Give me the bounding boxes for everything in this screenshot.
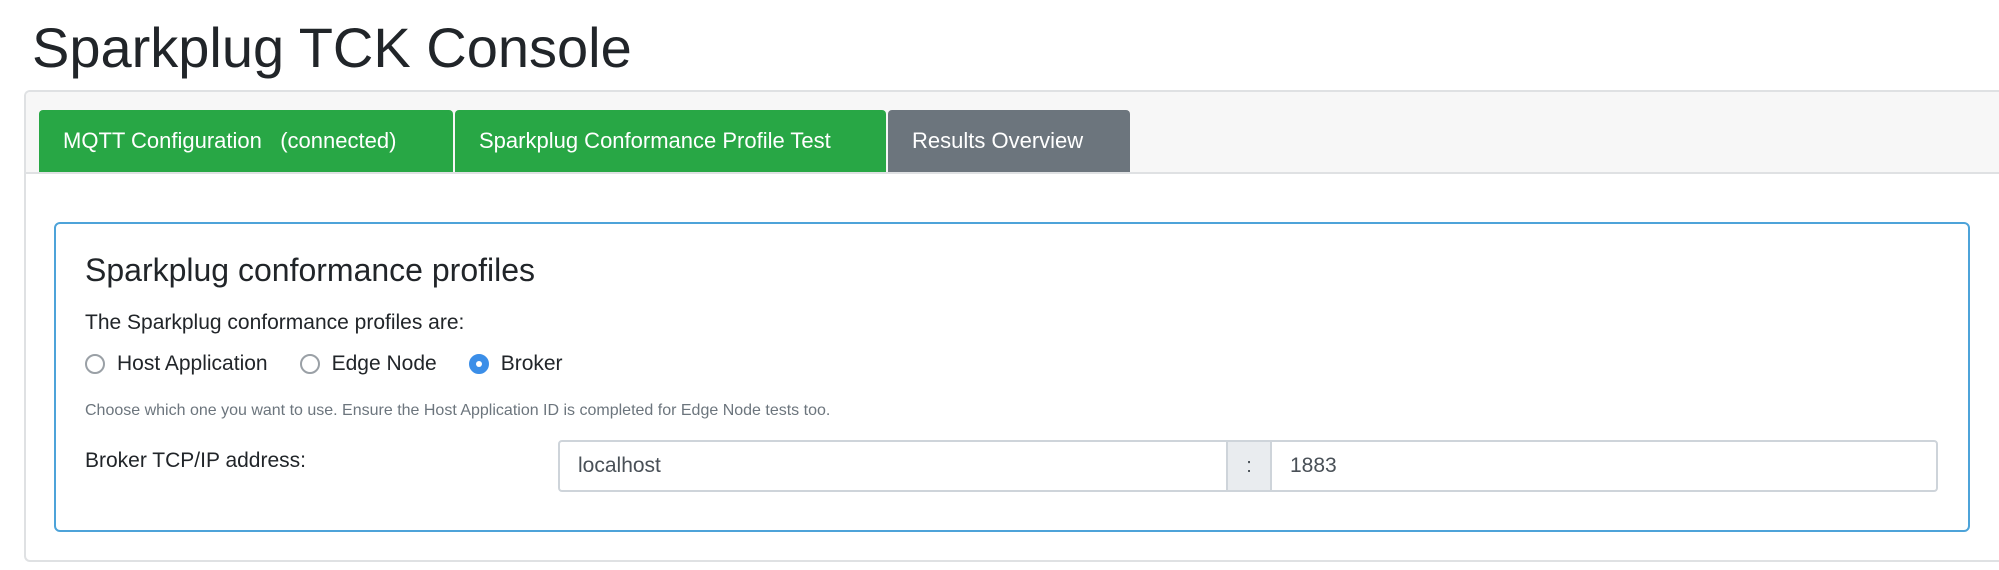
tab-bar: MQTT Configuration (connected) Sparkplug… xyxy=(39,110,1130,172)
radio-broker[interactable] xyxy=(468,354,489,374)
radio-label: Edge Node xyxy=(331,352,437,375)
conformance-profiles-panel: Sparkplug conformance profiles The Spark… xyxy=(54,222,1970,532)
profile-help-text: Choose which one you want to use. Ensure… xyxy=(85,402,831,419)
app-title: Sparkplug TCK Console xyxy=(32,16,632,79)
radio-edge-node[interactable] xyxy=(299,354,320,374)
tab-label: Sparkplug Conformance Profile Test xyxy=(479,128,831,153)
radio-label: Host Application xyxy=(117,352,268,375)
tab-conformance-profile-test[interactable]: Sparkplug Conformance Profile Test xyxy=(455,110,886,172)
tab-label: MQTT Configuration (connected) xyxy=(63,128,397,153)
card-header: MQTT Configuration (connected) Sparkplug… xyxy=(26,92,1999,174)
radio-label: Broker xyxy=(500,352,563,375)
tab-mqtt-configuration[interactable]: MQTT Configuration (connected) xyxy=(39,110,453,172)
console-card: MQTT Configuration (connected) Sparkplug… xyxy=(24,90,1999,562)
section-title: Sparkplug conformance profiles xyxy=(85,252,536,288)
broker-host-input[interactable] xyxy=(558,440,1228,492)
radio-host-application[interactable] xyxy=(85,354,105,374)
profile-option-host-application[interactable]: Host Application xyxy=(85,352,268,376)
broker-port-input[interactable] xyxy=(1270,440,1938,492)
profiles-intro: The Sparkplug conformance profiles are: xyxy=(85,311,465,334)
tab-label: Results Overview xyxy=(912,128,1084,153)
profile-radio-group: Host Application Edge Node Broker xyxy=(85,352,595,376)
profile-option-broker[interactable]: Broker xyxy=(468,352,563,376)
host-port-separator: : xyxy=(1228,440,1270,492)
profile-option-edge-node[interactable]: Edge Node xyxy=(299,352,437,376)
broker-address-label: Broker TCP/IP address: xyxy=(85,449,306,472)
tab-results-overview[interactable]: Results Overview xyxy=(888,110,1130,172)
